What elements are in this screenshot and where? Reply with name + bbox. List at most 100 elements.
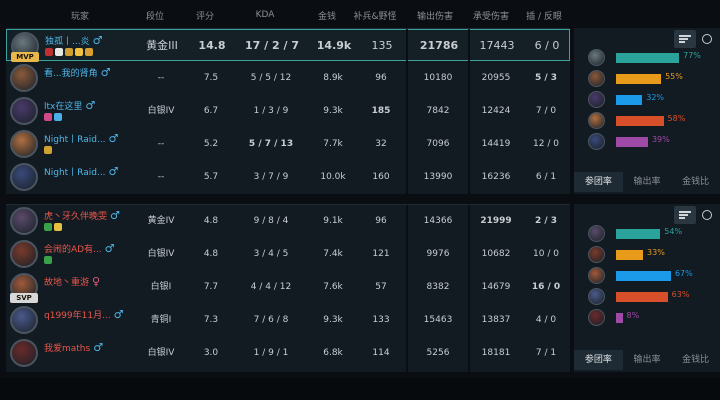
champion-mini-avatar (588, 246, 605, 263)
stats-tabs: 参团率 输出率 金钱比 (574, 350, 720, 370)
participation-bar-row: 39% (588, 132, 718, 152)
champion-avatar[interactable] (10, 97, 38, 125)
champion-mini-avatar (588, 225, 605, 242)
champion-avatar[interactable] (10, 207, 38, 235)
champion-avatar[interactable] (10, 130, 38, 158)
stat-gold: 10.0k (320, 172, 346, 182)
stat-cs: 96 (375, 216, 387, 226)
player-name-text: q1999年11月... (44, 311, 111, 321)
participation-bar-row: 32% (588, 90, 718, 110)
bottom-bar (0, 378, 720, 400)
player-row[interactable]: q1999年11月... ♂ 青铜I 7.3 7 / 6 / 8 9.3k 133 15463… (6, 304, 570, 336)
female-icon: ♀ (92, 275, 101, 288)
stat-kda: 3 / 4 / 5 (253, 249, 289, 259)
participation-bar (616, 292, 668, 302)
radio-toggle-icon[interactable] (702, 210, 712, 220)
achievement-icon (45, 48, 53, 56)
champion-avatar[interactable] (10, 163, 38, 191)
achievement-icons (44, 256, 52, 266)
player-name[interactable]: 会闹的AD有... ♂ (44, 242, 115, 255)
player-name[interactable]: 我爱maths ♂ (44, 341, 103, 354)
participation-percent: 55% (665, 72, 683, 81)
player-row[interactable]: 看...我的肾角 ♂ -- 7.5 5 / 5 / 12 8.9k 96 10180 20955… (6, 62, 570, 94)
participation-bar (616, 137, 648, 147)
player-row[interactable]: 虎丶牙久伴晚雯 ♂ 黄金IV 4.8 9 / 8 / 4 9.1k 96 14366 21999… (6, 205, 570, 237)
player-row[interactable]: 会闹的AD有... ♂ 白银IV 4.8 3 / 4 / 5 7.4k 121 9976 106… (6, 238, 570, 270)
player-name[interactable]: 独孤丨...炎 ♂ (45, 34, 102, 47)
player-name[interactable]: q1999年11月... ♂ (44, 308, 124, 321)
stats-tab[interactable]: 金钱比 (671, 172, 720, 192)
player-row[interactable]: Night丨Raid... ♂ -- 5.2 5 / 7 / 13 7.7k 32 7096 1… (6, 128, 570, 160)
player-name-text: Night丨Raid... (44, 168, 106, 178)
player-name[interactable]: 故地丶重游 ♀ (44, 275, 100, 288)
stat-rank: -- (157, 73, 165, 83)
participation-percent: 58% (667, 114, 686, 123)
sort-icon[interactable] (674, 30, 696, 48)
stat-rank: 黄金IV (147, 216, 175, 226)
achievement-icon (44, 113, 52, 121)
stat-score: 4.8 (203, 216, 219, 226)
achievement-icons (44, 113, 62, 123)
stat-cs: 133 (372, 315, 390, 325)
stat-rank: 白银I (150, 282, 172, 292)
participation-bar-row: 58% (588, 111, 718, 131)
stat-score: 7.3 (203, 315, 219, 325)
stat-score: 5.7 (203, 172, 219, 182)
stats-tab[interactable]: 参团率 (574, 172, 623, 192)
stat-cs: 121 (372, 249, 390, 259)
header-cs: 补兵&野怪 (353, 11, 397, 22)
champion-avatar[interactable] (10, 339, 38, 367)
stats-tabs: 参团率 输出率 金钱比 (574, 172, 720, 192)
player-row[interactable]: MVP 独孤丨...炎 ♂ 黄金III 14.8 17 / 2 / 7 14.9k 135 21… (6, 29, 570, 62)
stat-wards: 10 / 0 (533, 249, 559, 259)
participation-bar (616, 271, 671, 281)
participation-percent: 39% (651, 135, 670, 144)
player-row[interactable]: Night丨Raid... ♂ -- 5.7 3 / 7 / 9 10.0k 160 1399… (6, 161, 570, 193)
stats-tab[interactable]: 输出率 (623, 350, 672, 370)
player-name[interactable]: 看...我的肾角 ♂ (44, 66, 110, 79)
participation-bar (616, 74, 662, 84)
player-name[interactable]: 虎丶牙久伴晚雯 ♂ (44, 209, 120, 222)
stat-taken: 14419 (481, 139, 511, 149)
player-name[interactable]: ltx在这里 ♂ (44, 99, 95, 112)
participation-bar-row: 54% (588, 224, 718, 244)
stat-wards: 4 / 0 (535, 315, 557, 325)
male-icon: ♂ (92, 34, 103, 47)
champion-avatar[interactable] (10, 64, 38, 92)
sort-icon[interactable] (674, 206, 696, 224)
stat-score: 5.2 (203, 139, 219, 149)
stat-taken: 14679 (481, 282, 511, 292)
stat-cs: 32 (375, 139, 387, 149)
stats-controls (674, 30, 712, 48)
player-row[interactable]: 我爱maths ♂ 白银IV 3.0 1 / 9 / 1 6.8k 114 5256 18181… (6, 337, 570, 369)
player-name[interactable]: Night丨Raid... ♂ (44, 165, 118, 178)
champion-avatar[interactable] (10, 240, 38, 268)
player-badge: SVP (10, 293, 38, 303)
stat-rank: 白银IV (147, 348, 175, 358)
male-icon: ♂ (110, 209, 120, 222)
player-row[interactable]: ltx在这里 ♂ 白银IV 6.7 1 / 3 / 9 9.3k 185 7842 12424 7… (6, 95, 570, 127)
achievement-icons (44, 146, 52, 156)
player-name[interactable]: Night丨Raid... ♂ (44, 132, 118, 145)
participation-bar (616, 95, 643, 105)
achievement-icon (54, 223, 62, 231)
champion-avatar[interactable] (10, 306, 38, 334)
stats-tab[interactable]: 输出率 (623, 172, 672, 192)
player-badge: MVP (11, 52, 39, 62)
player-row[interactable]: SVP 故地丶重游 ♀ 白银I 7.7 4 / 4 / 12 7.6k 57 8382 14679… (6, 271, 570, 303)
stat-dmg: 13990 (423, 172, 453, 182)
radio-toggle-icon[interactable] (702, 34, 712, 44)
participation-bar (616, 313, 623, 323)
player-name-text: 会闹的AD有... (44, 245, 102, 255)
achievement-icon (85, 48, 93, 56)
stats-tab[interactable]: 参团率 (574, 350, 623, 370)
stat-kda: 5 / 7 / 13 (248, 139, 294, 149)
stats-tab[interactable]: 金钱比 (671, 350, 720, 370)
team-red-panel: 虎丶牙久伴晚雯 ♂ 黄金IV 4.8 9 / 8 / 4 9.1k 96 14366 21999… (6, 204, 570, 372)
stat-cs: 185 (371, 106, 391, 116)
participation-bar (616, 229, 661, 239)
player-name-text: 虎丶牙久伴晚雯 (44, 212, 108, 222)
header-player: 玩家 (70, 11, 89, 22)
participation-percent: 32% (646, 93, 665, 102)
stat-dmg: 8382 (426, 282, 450, 292)
